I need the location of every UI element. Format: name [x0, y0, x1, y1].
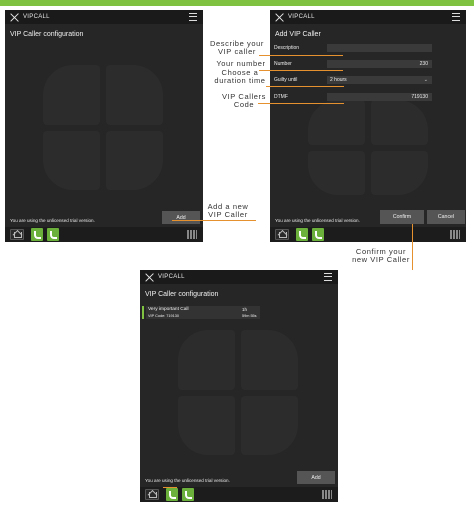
number-label: Number — [274, 61, 292, 67]
page-title: Add VIP Caller — [275, 31, 321, 38]
callout-describe-line — [259, 55, 343, 57]
grid-icon[interactable] — [450, 230, 460, 239]
menu-icon[interactable] — [324, 273, 332, 281]
number-row: Number 230 — [272, 60, 432, 68]
call-icon[interactable] — [47, 228, 59, 241]
menu-icon[interactable] — [452, 13, 460, 21]
callout-duration: Choose a duration time — [210, 69, 270, 85]
callout-add: Add a new VIP Caller — [203, 203, 253, 219]
close-icon[interactable] — [145, 273, 154, 282]
dtmf-row: DTMF 719130 — [272, 93, 432, 101]
bottom-nav — [140, 487, 338, 502]
screen-vip-config-list: VIPCALL VIP Caller configuration Very im… — [140, 270, 338, 502]
app-name: VIPCALL — [23, 14, 50, 20]
app-header: VIPCALL — [140, 270, 338, 284]
grid-icon[interactable] — [187, 230, 197, 239]
vip-caller-item[interactable]: Very important Call VIP Code: 719130 1h … — [142, 306, 260, 319]
confirm-button[interactable]: Confirm — [380, 210, 424, 224]
trial-notice: You are using the unlicensed trial versi… — [10, 218, 95, 223]
callout-number-line — [259, 70, 343, 72]
trial-notice: You are using the unlicensed trial versi… — [275, 218, 360, 223]
page-title: VIP Caller configuration — [10, 31, 84, 38]
call-icon[interactable] — [31, 228, 43, 241]
callout-add-line2: VIP Caller — [208, 210, 248, 219]
top-accent-bar — [0, 0, 474, 6]
description-field[interactable] — [327, 44, 432, 52]
description-row: Description — [272, 44, 432, 52]
app-name: VIPCALL — [158, 274, 185, 280]
call-icon[interactable] — [182, 488, 194, 501]
add-button[interactable]: Add — [162, 211, 200, 224]
screen-vip-config-empty: VIPCALL VIP Caller configuration You are… — [5, 10, 203, 242]
dtmf-label: DTMF — [274, 94, 288, 100]
callout-number-line1: Your number — [216, 59, 266, 68]
duration-select[interactable]: 2 hours ⌄ — [327, 76, 432, 84]
vip-item-count: 1h — [242, 307, 248, 312]
callout-dtmf-line — [258, 103, 344, 105]
screen-add-vip-caller: VIPCALL Add VIP Caller Description Numbe… — [270, 10, 466, 242]
description-label: Description — [274, 45, 300, 51]
menu-icon[interactable] — [189, 13, 197, 21]
guilty-until-label: Guilty until — [274, 77, 298, 83]
callout-duration-line — [266, 86, 344, 88]
home-icon[interactable] — [145, 489, 159, 500]
logo-watermark — [178, 330, 298, 455]
duration-value: 2 hours — [330, 77, 347, 83]
callout-add-line — [172, 220, 256, 222]
page-title: VIP Caller configuration — [145, 291, 219, 298]
logo-watermark — [43, 65, 163, 190]
vip-item-name: Very important Call — [148, 307, 189, 312]
bottom-nav — [270, 227, 466, 242]
vip-item-duration: 59m 55s — [242, 313, 257, 318]
cancel-button[interactable]: Cancel — [427, 210, 465, 224]
callout-describe: Describe your VIP caller — [206, 40, 268, 56]
close-icon[interactable] — [10, 13, 19, 22]
grid-icon[interactable] — [322, 490, 332, 499]
app-header: VIPCALL — [5, 10, 203, 24]
call-icon[interactable] — [166, 488, 178, 501]
callout-confirm: Confirm your new VIP Caller — [348, 248, 414, 264]
number-field[interactable]: 230 — [327, 60, 432, 68]
chevron-down-icon: ⌄ — [423, 77, 428, 83]
callout-confirm-line — [412, 224, 414, 270]
bottom-nav — [5, 227, 203, 242]
trial-notice: You are using the unlicensed trial versi… — [145, 478, 230, 483]
add-button[interactable]: Add — [297, 471, 335, 484]
close-icon[interactable] — [275, 13, 284, 22]
screen3-nav-highlight — [163, 487, 177, 489]
callout-duration-line2: duration time — [214, 76, 266, 85]
app-name: VIPCALL — [288, 14, 315, 20]
callout-dtmf: VIP Callers Code — [218, 93, 270, 109]
logo-watermark — [308, 100, 428, 195]
guilty-until-row: Guilty until 2 hours ⌄ — [272, 76, 432, 84]
vip-item-indicator — [142, 306, 144, 319]
callout-confirm-line2: new VIP Caller — [352, 255, 410, 264]
call-icon[interactable] — [312, 228, 324, 241]
call-icon[interactable] — [296, 228, 308, 241]
dtmf-field[interactable]: 719130 — [327, 93, 432, 101]
callout-number: Your number — [212, 60, 270, 68]
app-header: VIPCALL — [270, 10, 466, 24]
home-icon[interactable] — [10, 229, 24, 240]
home-icon[interactable] — [275, 229, 289, 240]
vip-item-code: VIP Code: 719130 — [148, 313, 179, 318]
